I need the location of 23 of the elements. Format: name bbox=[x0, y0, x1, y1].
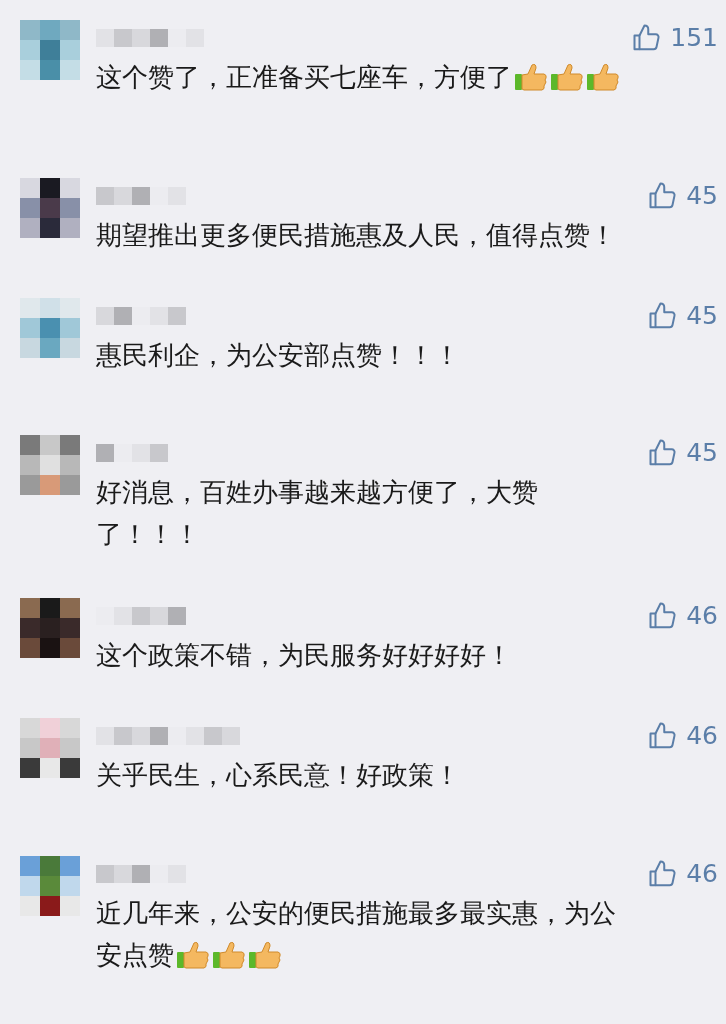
thumbs-up-emoji-icon bbox=[248, 940, 282, 970]
comment-text: 了！！！ bbox=[96, 517, 200, 551]
thumbs-up-emoji-icon bbox=[212, 940, 246, 970]
thumbs-up-emoji-icon bbox=[550, 62, 584, 92]
like-count: 45 bbox=[686, 180, 718, 213]
comment-text: 期望推出更多便民措施惠及人民，值得点赞！ bbox=[96, 218, 616, 252]
like-count: 151 bbox=[670, 22, 718, 55]
blurred-name bbox=[96, 442, 168, 464]
comment-text: 安点赞 bbox=[96, 938, 174, 972]
like-count: 45 bbox=[686, 300, 718, 333]
thumbs-up-emoji-icon bbox=[586, 62, 620, 92]
thumbs-up-emoji-icon bbox=[514, 62, 548, 92]
comment-text: 这个政策不错，为民服务好好好好！ bbox=[96, 638, 512, 672]
like-count: 46 bbox=[686, 720, 718, 753]
comment-text: 近几年来，公安的便民措施最多最实惠，为公 bbox=[96, 896, 616, 930]
thumbs-up-emoji-icon bbox=[176, 940, 210, 970]
comment-text: 惠民利企，为公安部点赞！！！ bbox=[96, 338, 460, 372]
comment-text: 关乎民生，心系民意！好政策！ bbox=[96, 758, 460, 792]
like-count: 46 bbox=[686, 600, 718, 633]
like-count: 46 bbox=[686, 858, 718, 891]
comment-text: 好消息，百姓办事越来越方便了，大赞 bbox=[96, 475, 538, 509]
comment-text: 这个赞了，正准备买七座车，方便了 bbox=[96, 60, 512, 94]
like-count: 45 bbox=[686, 437, 718, 470]
